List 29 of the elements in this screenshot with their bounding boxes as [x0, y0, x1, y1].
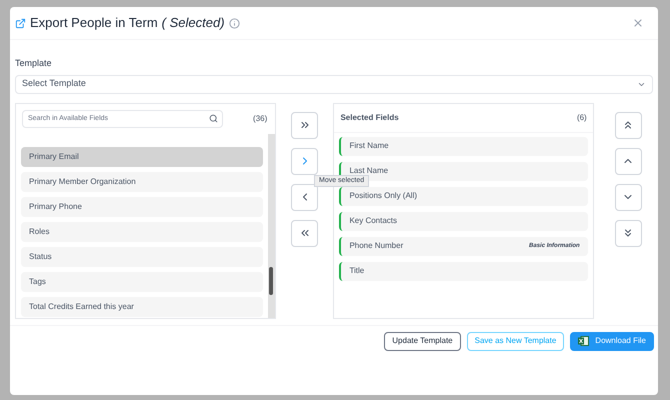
- selected-field-item[interactable]: Key Contacts: [339, 212, 588, 230]
- available-field-item[interactable]: Primary Email: [21, 146, 264, 166]
- available-field-item[interactable]: Status: [21, 246, 264, 266]
- reorder-button[interactable]: [614, 112, 642, 138]
- info-icon: [228, 18, 240, 28]
- available-field-item[interactable]: Primary Member Organization: [21, 172, 264, 192]
- selected-fields-title: Selected Fields: [340, 112, 399, 124]
- dialog-title: Export People in Term: [30, 14, 158, 32]
- selected-field-item[interactable]: Positions Only (All): [339, 186, 588, 206]
- available-field-item[interactable]: Tags: [21, 272, 264, 292]
- template-select[interactable]: Select Template: [15, 74, 653, 94]
- selected-field-item[interactable]: First Name: [339, 136, 588, 156]
- available-field-item[interactable]: Primary Phone: [21, 196, 264, 216]
- search-icon: [209, 114, 218, 122]
- selected-field-item[interactable]: Title: [339, 262, 588, 280]
- move-button[interactable]: [291, 220, 318, 246]
- export-icon: [15, 18, 26, 28]
- reorder-button[interactable]: [614, 220, 642, 246]
- selected-count: (6): [576, 112, 587, 124]
- template-label: Template: [15, 57, 53, 70]
- footer-button[interactable]: Update Template: [384, 332, 461, 350]
- available-count: (36): [253, 112, 268, 124]
- move-button[interactable]: [291, 112, 318, 138]
- available-field-item[interactable]: Total Credits Earned this year: [21, 296, 264, 316]
- dialog-title-suffix: ( Selected): [162, 14, 225, 32]
- spreadsheet-icon: [578, 336, 590, 346]
- close-icon[interactable]: [632, 17, 644, 29]
- scrollbar-thumb[interactable]: [269, 266, 274, 294]
- available-field-item[interactable]: Roles: [21, 222, 264, 242]
